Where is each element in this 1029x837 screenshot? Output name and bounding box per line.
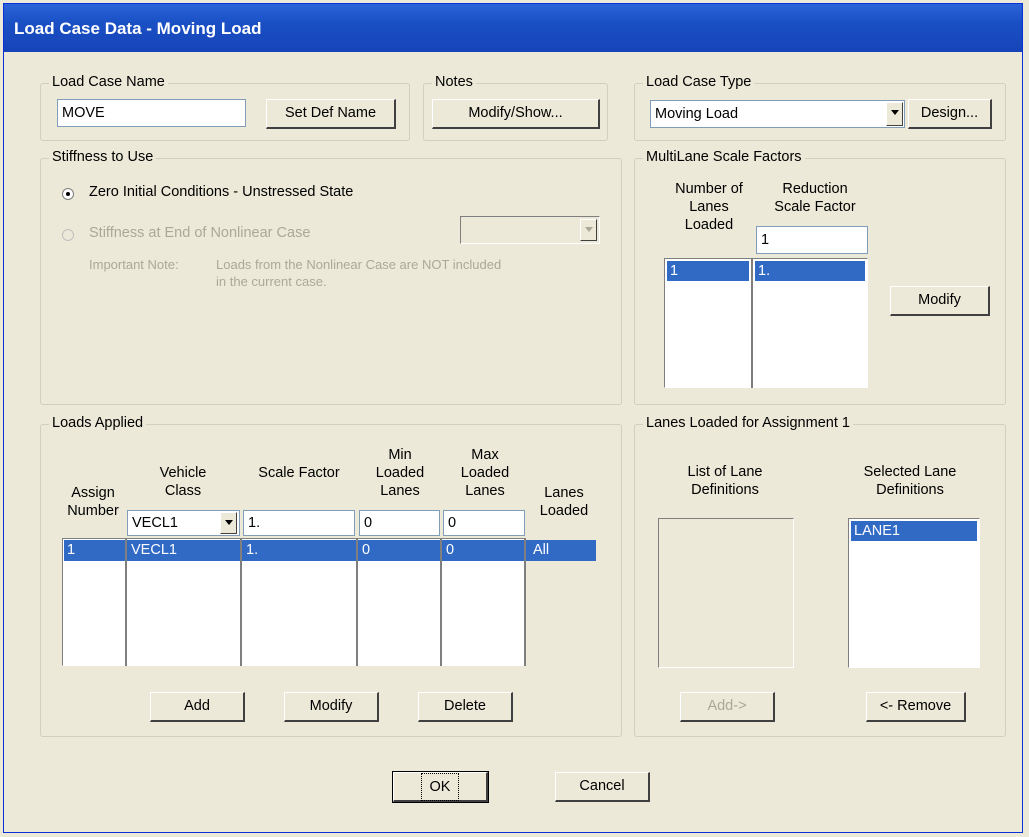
cell-assign: 1	[67, 542, 76, 558]
column-divider	[751, 258, 753, 388]
assign-number-header: Assign Number	[58, 484, 128, 520]
add-load-button[interactable]: Add	[150, 692, 245, 722]
scale-factor-input[interactable]: 1	[756, 226, 868, 254]
group-label: Load Case Name	[49, 74, 168, 90]
delete-load-button[interactable]: Delete	[418, 692, 513, 722]
selected-value: VECL1	[132, 515, 178, 531]
header-line: Class	[164, 483, 202, 499]
max-loaded-lanes-header: Max Loaded Lanes	[445, 446, 525, 500]
header-line: List of Lane	[687, 464, 763, 480]
column-divider	[440, 538, 442, 666]
header-line: Loaded	[684, 217, 734, 233]
column-divider	[524, 538, 526, 666]
column-divider	[125, 538, 127, 666]
ok-button[interactable]: OK	[392, 771, 489, 803]
header-line: Reduction	[782, 181, 848, 197]
important-note-label: Important Note:	[89, 257, 179, 272]
min-loaded-lanes-header: Min Loaded Lanes	[360, 446, 440, 500]
group-label: Stiffness to Use	[49, 149, 157, 165]
multilane-modify-button[interactable]: Modify	[890, 286, 990, 316]
important-note-line1: Loads from the Nonlinear Case are NOT in…	[216, 257, 502, 272]
multilane-row-lanes[interactable]: 1	[667, 261, 749, 281]
group-label: Notes	[432, 74, 476, 90]
chevron-down-icon[interactable]	[220, 512, 237, 534]
header-line: Lanes	[544, 485, 584, 501]
zero-initial-radio[interactable]	[62, 188, 74, 200]
modify-load-button[interactable]: Modify	[284, 692, 379, 722]
cancel-button[interactable]: Cancel	[555, 772, 650, 802]
multilane-row-factor[interactable]: 1.	[755, 261, 865, 281]
lane-definitions-list	[658, 518, 794, 668]
header-line: Definitions	[876, 482, 944, 498]
header-line: Vehicle	[159, 465, 207, 481]
group-label: Load Case Type	[643, 74, 755, 90]
load-case-name-input[interactable]: MOVE	[57, 99, 246, 127]
list-of-lanes-header: List of Lane Definitions	[655, 463, 795, 499]
important-note-line2: in the current case.	[216, 274, 327, 289]
header-line: Number	[67, 503, 119, 519]
selected-value: Moving Load	[655, 106, 739, 122]
chevron-down-icon[interactable]	[886, 102, 903, 126]
window-title: Load Case Data - Moving Load	[14, 19, 262, 38]
max-loaded-lanes-input[interactable]: 0	[443, 510, 525, 536]
nonlinear-case-select	[460, 216, 600, 244]
column-divider	[356, 538, 358, 666]
header-line: Max	[471, 447, 499, 463]
modify-show-notes-button[interactable]: Modify/Show...	[432, 99, 600, 129]
header-line: Loaded	[539, 503, 589, 519]
header-line: Lanes	[465, 483, 505, 499]
header-line: Loaded	[460, 465, 510, 481]
header-line: Scale Factor	[774, 199, 856, 215]
nonlinear-stiffness-radio	[62, 229, 74, 241]
vehicle-class-header: Vehicle Class	[128, 464, 238, 500]
nonlinear-stiffness-label: Stiffness at End of Nonlinear Case	[89, 225, 311, 241]
group-label: Lanes Loaded for Assignment 1	[643, 415, 853, 431]
set-def-name-button[interactable]: Set Def Name	[266, 99, 396, 129]
add-lane-button: Add->	[680, 692, 775, 722]
design-button[interactable]: Design...	[908, 99, 992, 129]
header-line: Lanes	[689, 199, 729, 215]
load-case-type-select[interactable]: Moving Load	[650, 100, 905, 128]
scale-factor-input[interactable]: 1.	[243, 510, 355, 536]
header-line: Loaded	[375, 465, 425, 481]
selected-lanes-header: Selected Lane Definitions	[835, 463, 985, 499]
cell-lanes: All	[533, 542, 550, 558]
zero-initial-label: Zero Initial Conditions - Unstressed Sta…	[89, 184, 354, 200]
header-line: Lanes	[380, 483, 420, 499]
header-line: Definitions	[691, 482, 759, 498]
cell-min: 0	[362, 542, 371, 558]
header-line: Min	[388, 447, 412, 463]
header-line: Selected Lane	[863, 464, 957, 480]
min-loaded-lanes-input[interactable]: 0	[359, 510, 440, 536]
header-line: Number of	[675, 181, 743, 197]
lanes-loaded-header: Number of Lanes Loaded	[664, 180, 754, 234]
title-bar[interactable]: Load Case Data - Moving Load	[4, 4, 1022, 52]
group-label: Loads Applied	[49, 415, 147, 431]
header-line: Assign	[71, 485, 115, 501]
lanes-loaded-header: Lanes Loaded	[528, 484, 600, 520]
cell-vehicle: VECL1	[131, 542, 177, 558]
column-divider	[240, 538, 242, 666]
list-item[interactable]: LANE1	[851, 521, 977, 541]
chevron-down-icon	[580, 219, 597, 241]
scale-factor-header: Scale Factor	[258, 465, 340, 481]
cell-max: 0	[446, 542, 455, 558]
cell-scale: 1.	[246, 542, 259, 558]
scale-factor-header: Reduction Scale Factor	[760, 180, 870, 216]
ok-label: OK	[420, 773, 460, 801]
group-label: MultiLane Scale Factors	[643, 149, 805, 165]
remove-lane-button[interactable]: <- Remove	[866, 692, 966, 722]
